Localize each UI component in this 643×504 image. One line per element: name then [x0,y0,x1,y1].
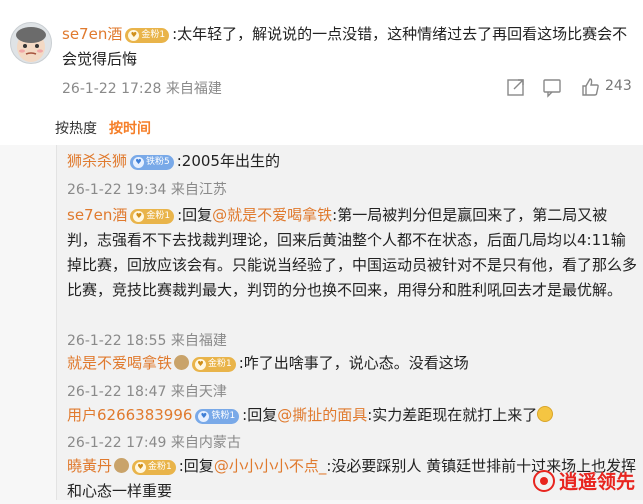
reply-list: 狮杀杀狮 ♥ 铁粉5:2005年出生的 26-1-22 19:34 来自江苏 se7… [56,145,643,500]
fan-badge-icon: ♥ [133,211,145,222]
comment-icon[interactable] [541,76,563,98]
reply-item: 用户6266383996 ♥ 铁粉1:回复@撕扯的面具:实力差距现在就打上来了 [67,403,637,428]
like-count: 243 [605,78,632,94]
mention-link[interactable]: @撕扯的面具 [277,406,367,424]
reply-meta: 26-1-22 18:47 来自天津 [67,384,227,400]
mention-link[interactable]: @小小小小不点_ [214,457,327,475]
fan-badge-icon: ♥ [128,30,140,41]
main-comment-card: se7en酒 ♥ 金粉1:太年轻了，解说说的一点没错，这种情绪过去了再回看这场比赛会… [0,0,643,145]
reply-username[interactable]: 曉黃丹 [67,457,112,475]
reply-prefix: :回复 [242,406,278,424]
laugh-emoji-icon [537,406,554,422]
fan-badge: ♥ 金粉1 [192,357,236,372]
reply-prefix: :回复 [178,457,214,475]
fan-badge: ♥ 铁粉5 [130,155,174,170]
fan-badge-icon: ♥ [198,411,210,422]
reply-username[interactable]: 用户6266383996 [67,406,192,424]
mini-avatar-icon [174,355,190,370]
fan-badge-icon: ♥ [135,462,147,473]
sort-tabs: 按热度 按时间 [55,118,151,138]
reply-meta: 26-1-22 17:49 来自内蒙古 [67,435,241,451]
fan-badge: ♥ 金粉1 [132,460,176,475]
reply-text: :2005年出生的 [176,152,280,170]
watermark-logo-icon [532,470,555,492]
fan-badge: ♥ 金粉1 [130,209,175,224]
reply-item: 狮杀杀狮 ♥ 铁粉5:2005年出生的 [67,149,637,174]
sort-by-time[interactable]: 按时间 [109,121,151,137]
fan-badge-icon: ♥ [133,157,145,168]
sort-by-hot[interactable]: 按热度 [55,121,97,137]
mini-avatar-icon [114,458,130,473]
reply-username[interactable]: 狮杀杀狮 [67,152,127,170]
reply-meta: 26-1-22 19:34 来自江苏 [67,182,227,198]
watermark: 逍遥领先 [532,467,635,494]
reply-prefix: :回复 [177,206,213,224]
avatar[interactable] [10,22,52,64]
fan-badge: ♥ 金粉1 [125,28,170,43]
reply-username[interactable]: 就是不爱喝拿铁 [67,354,172,372]
like-icon[interactable] [579,76,601,98]
main-comment-body: se7en酒 ♥ 金粉1:太年轻了，解说说的一点没错，这种情绪过去了再回看这场比赛会… [62,22,632,72]
reply-item: se7en酒 ♥ 金粉1:回复@就是不爱喝拿铁:第一局被判分但是赢回来了，第二局又被… [67,203,637,303]
mention-link[interactable]: @就是不爱喝拿铁 [212,206,332,224]
reply-meta: 26-1-22 18:55 来自福建 [67,333,227,349]
comment-meta: 26-1-22 17:28 来自福建 [62,81,222,97]
reply-username[interactable]: se7en酒 [67,206,127,224]
share-icon[interactable] [505,76,527,98]
fan-badge-icon: ♥ [195,359,207,370]
reply-item: 就是不爱喝拿铁 ♥ 金粉1:咋了出啥事了，说心态。没看这场 [67,351,637,376]
reply-text: :咋了出啥事了，说心态。没看这场 [238,354,469,372]
comment-username[interactable]: se7en酒 [62,25,122,43]
reply-text: :实力差距现在就打上来了 [367,406,538,424]
fan-badge: ♥ 铁粉1 [195,409,240,424]
